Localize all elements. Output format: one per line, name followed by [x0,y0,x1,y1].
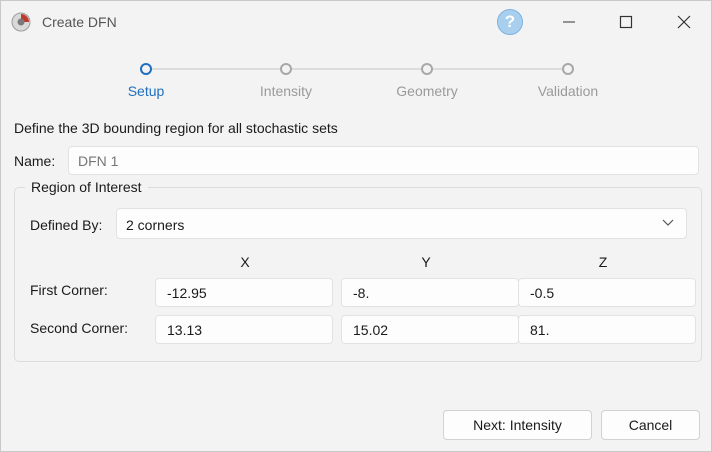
intro-text: Define the 3D bounding region for all st… [14,120,338,136]
axis-label-y: Y [421,254,431,270]
group-title: Region of Interest [25,179,148,195]
first-corner-label: First Corner: [30,282,108,298]
name-label: Name: [14,153,56,169]
step-indicator-intensity[interactable] [280,63,292,75]
window-title: Create DFN [42,14,117,30]
step-indicator-validation[interactable] [562,63,574,75]
maximize-icon [619,15,633,29]
defined-by-label: Defined By: [30,217,103,233]
minimize-button[interactable] [549,9,589,35]
step-connector [152,68,281,70]
step-indicator-geometry[interactable] [421,63,433,75]
chevron-down-icon [662,219,674,226]
second-corner-label: Second Corner: [30,320,129,336]
app-logo-icon [11,12,31,32]
cancel-button[interactable]: Cancel [601,410,700,440]
defined-by-select[interactable]: 2 corners [116,208,687,239]
name-input[interactable] [68,146,699,175]
axis-label-x: X [240,254,250,270]
step-label-geometry[interactable]: Geometry [367,83,487,99]
close-button[interactable] [664,9,704,35]
first-corner-z-input[interactable] [518,278,696,307]
step-connector [433,68,562,70]
step-label-intensity[interactable]: Intensity [226,83,346,99]
second-corner-y-input[interactable] [341,315,519,344]
help-button[interactable]: ? [497,9,523,35]
second-corner-x-input[interactable] [155,315,333,344]
title-bar: Create DFN ? [1,1,711,43]
axis-label-z: Z [598,254,608,270]
step-label-setup[interactable]: Setup [86,83,206,99]
step-connector [292,68,421,70]
defined-by-value: 2 corners [126,217,185,233]
second-corner-z-input[interactable] [518,315,696,344]
create-dfn-dialog: Create DFN ? Setup Intensity Geometry Va… [0,0,712,452]
close-icon [677,15,691,29]
minimize-icon [563,21,575,23]
region-of-interest-group: Region of Interest Defined By: 2 corners… [14,179,702,362]
first-corner-x-input[interactable] [155,278,333,307]
next-intensity-button[interactable]: Next: Intensity [443,410,592,440]
maximize-button[interactable] [606,9,646,35]
wizard-stepper: Setup Intensity Geometry Validation [1,53,711,103]
first-corner-y-input[interactable] [341,278,519,307]
step-label-validation[interactable]: Validation [508,83,628,99]
step-indicator-setup[interactable] [140,63,152,75]
